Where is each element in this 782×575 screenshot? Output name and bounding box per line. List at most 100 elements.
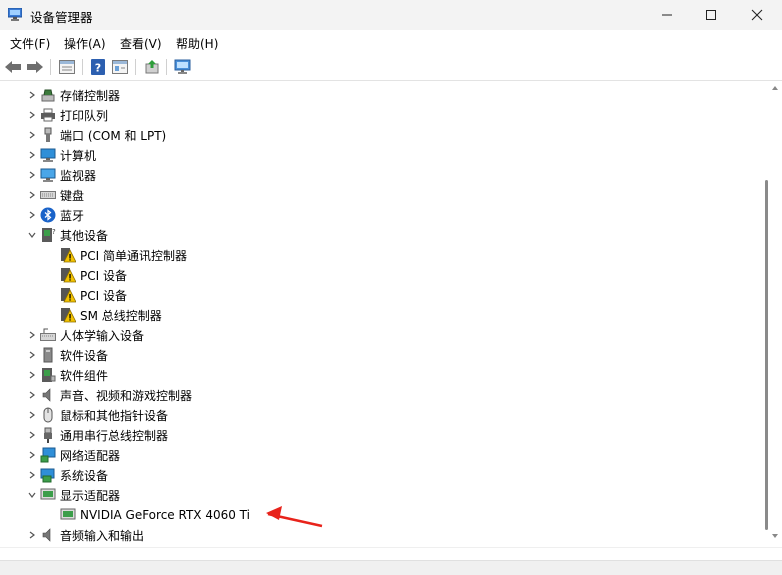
tree-node-label: 通用串行总线控制器	[60, 428, 169, 443]
tree-node-label: 人体学输入设备	[60, 328, 145, 343]
tree-node-usb-controllers[interactable]: 通用串行总线控制器	[24, 425, 168, 445]
chevron-right-icon[interactable]	[24, 325, 40, 345]
tree-child-sm-bus-controller[interactable]: SM 总线控制器	[44, 305, 162, 325]
menu-help[interactable]: 帮助(H)	[176, 35, 218, 52]
tree-node-keyboards[interactable]: 键盘	[24, 185, 84, 205]
network-adapter-icon	[40, 447, 56, 463]
forward-button[interactable]	[26, 58, 44, 76]
speaker-icon	[40, 387, 56, 403]
help-icon: ?	[91, 59, 105, 75]
tree-node-print-queues[interactable]: 打印队列	[24, 105, 108, 125]
chevron-down-icon[interactable]	[24, 485, 40, 505]
chevron-right-icon[interactable]	[24, 165, 40, 185]
scan-hardware-button[interactable]	[174, 58, 192, 76]
chevron-right-icon[interactable]	[24, 185, 40, 205]
scan-hardware-icon	[174, 59, 191, 74]
chevron-right-icon[interactable]	[24, 145, 40, 165]
update-driver-icon	[145, 60, 159, 74]
device-manager-app-icon	[8, 8, 22, 21]
system-device-icon	[40, 467, 56, 483]
tree-node-monitors[interactable]: 监视器	[24, 165, 96, 185]
tree-node-label: 监视器	[60, 168, 97, 183]
vertical-scrollbar[interactable]	[768, 81, 782, 547]
tree-node-label: 打印队列	[60, 108, 109, 123]
tree-node-ports[interactable]: 端口 (COM 和 LPT)	[24, 125, 166, 145]
chevron-right-icon[interactable]	[24, 425, 40, 445]
tree-node-software-devices[interactable]: 软件设备	[24, 345, 108, 365]
tree-node-label: 端口 (COM 和 LPT)	[60, 128, 167, 143]
tree-node-sound-video-game[interactable]: 声音、视频和游戏控制器	[24, 385, 192, 405]
chevron-right-icon[interactable]	[24, 125, 40, 145]
view-button[interactable]	[111, 58, 129, 76]
tree-child-pci-device[interactable]: PCI 设备	[44, 265, 127, 285]
menu-bar: 文件(F) 操作(A) 查看(V) 帮助(H)	[0, 30, 782, 54]
tree-node-computer[interactable]: 计算机	[24, 145, 96, 165]
maximize-icon	[706, 10, 716, 20]
tree-node-hid[interactable]: 人体学输入设备	[24, 325, 144, 345]
toolbar-separator	[166, 59, 167, 75]
menu-file[interactable]: 文件(F)	[10, 35, 50, 52]
scroll-up-icon[interactable]	[771, 85, 779, 91]
software-device-icon	[40, 347, 56, 363]
tree-node-audio-io[interactable]: 音频输入和输出	[24, 525, 144, 545]
chevron-right-icon[interactable]	[24, 365, 40, 385]
chevron-right-icon[interactable]	[24, 85, 40, 105]
svg-text:?: ?	[95, 62, 101, 75]
chevron-right-icon[interactable]	[24, 105, 40, 125]
bluetooth-icon	[40, 207, 56, 223]
tree-node-label: 系统设备	[60, 468, 109, 483]
vertical-scroll-thumb[interactable]	[765, 180, 768, 530]
chevron-right-icon[interactable]	[24, 445, 40, 465]
view-pane-icon	[112, 60, 128, 74]
tree-node-network-adapters[interactable]: 网络适配器	[24, 445, 120, 465]
tree-node-label: 键盘	[60, 188, 85, 203]
tree-node-label: 存储控制器	[60, 88, 121, 103]
title-bar: 设备管理器	[0, 0, 782, 30]
menu-view[interactable]: 查看(V)	[120, 35, 162, 52]
chevron-right-icon[interactable]	[24, 205, 40, 225]
computer-icon	[40, 147, 56, 163]
tree-node-label: 软件组件	[60, 368, 109, 383]
other-devices-icon: ?	[40, 227, 56, 243]
tree-node-system-devices[interactable]: 系统设备	[24, 465, 108, 485]
properties-pane-button[interactable]	[58, 58, 76, 76]
help-button[interactable]: ?	[89, 58, 107, 76]
close-button[interactable]	[734, 0, 780, 30]
warning-device-icon	[60, 247, 76, 263]
toolbar-separator	[135, 59, 136, 75]
menu-action[interactable]: 操作(A)	[64, 35, 106, 52]
tree-node-other-devices[interactable]: ? 其他设备	[24, 225, 108, 245]
scroll-down-icon[interactable]	[771, 533, 779, 539]
tree-child-nvidia-gpu[interactable]: NVIDIA GeForce RTX 4060 Ti	[44, 505, 250, 525]
minimize-button[interactable]	[644, 0, 690, 30]
tree-node-storage-controllers[interactable]: 存储控制器	[24, 85, 120, 105]
tree-node-label: 音频输入和输出	[60, 528, 145, 543]
tree-node-label: 其他设备	[60, 228, 109, 243]
tree-child-pci-device[interactable]: PCI 设备	[44, 285, 127, 305]
chevron-right-icon[interactable]	[24, 385, 40, 405]
tree-node-label: 显示适配器	[60, 488, 121, 503]
tree-node-label: 网络适配器	[60, 448, 121, 463]
printer-icon	[40, 107, 56, 123]
tree-node-bluetooth[interactable]: 蓝牙	[24, 205, 84, 225]
tree-node-software-components[interactable]: 软件组件	[24, 365, 108, 385]
hid-icon	[40, 327, 56, 343]
tree-child-pci-simple-comm-controller[interactable]: PCI 简单通讯控制器	[44, 245, 187, 265]
maximize-button[interactable]	[688, 0, 734, 30]
back-button[interactable]	[4, 58, 22, 76]
tree-node-mice[interactable]: 鼠标和其他指针设备	[24, 405, 168, 425]
chevron-right-icon[interactable]	[24, 405, 40, 425]
tree-node-label: 计算机	[60, 148, 97, 163]
svg-text:?: ?	[52, 228, 56, 236]
chevron-right-icon[interactable]	[24, 465, 40, 485]
chevron-right-icon[interactable]	[24, 345, 40, 365]
tree-node-display-adapters[interactable]: 显示适配器	[24, 485, 120, 505]
chevron-down-icon[interactable]	[24, 225, 40, 245]
mouse-icon	[40, 407, 56, 423]
warning-device-icon	[60, 287, 76, 303]
chevron-right-icon[interactable]	[24, 525, 40, 545]
tree-node-label: 蓝牙	[60, 208, 85, 223]
update-driver-button[interactable]	[143, 58, 161, 76]
device-tree: 存储控制器 打印队列 端口 (COM 和 LPT) 计算机 监视器 键盘 蓝牙 …	[0, 81, 768, 547]
software-component-icon	[40, 367, 56, 383]
